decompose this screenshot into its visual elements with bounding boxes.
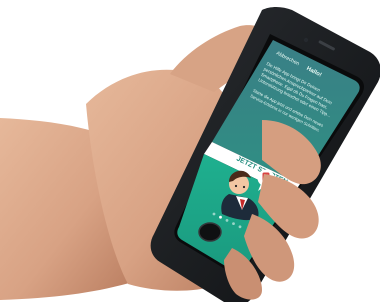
page-dot[interactable] [219, 215, 222, 219]
page-dot[interactable] [225, 219, 229, 222]
hand-holding-phone-photo: Abbrechen Hallo! Die Hilfe App bringt Di… [0, 7, 380, 302]
home-button[interactable] [198, 222, 222, 242]
page-dot[interactable] [232, 222, 235, 226]
page-dot[interactable] [212, 212, 216, 216]
page-dot[interactable] [238, 225, 242, 229]
